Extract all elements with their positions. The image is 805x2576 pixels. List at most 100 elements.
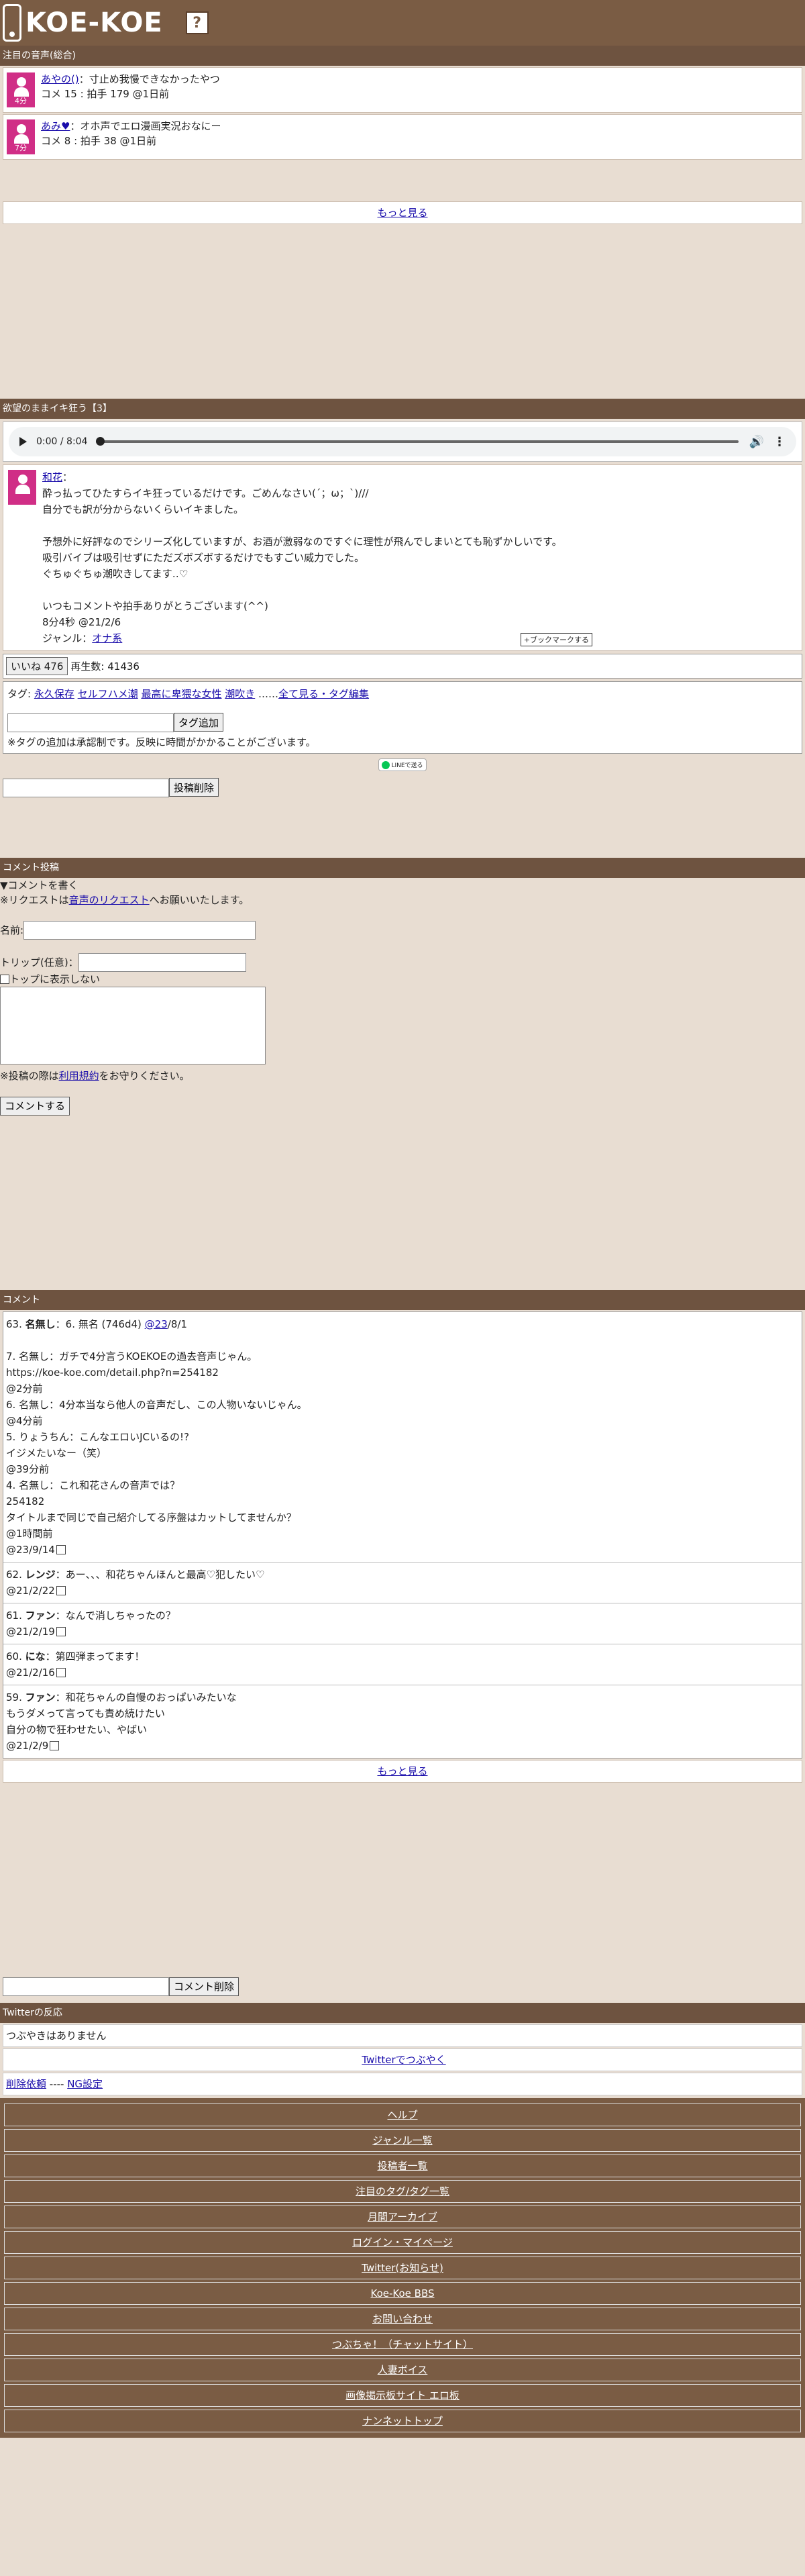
hot-item-title: ：オホ声でエロ漫画実況おなにー: [70, 120, 221, 132]
seek-knob[interactable]: [95, 437, 105, 446]
tag-items: 永久保存 セルフハメ潮 最高に卑猥な女性 潮吹き: [34, 688, 258, 700]
voice-title: 欲望のままイキ狂う【3】: [0, 399, 805, 419]
terms-link[interactable]: 利用規約: [59, 1070, 99, 1082]
comment-tail: /8/1 7. 名無し：ガチで4分言うKOEKOEの過去音声じゃん。 https…: [6, 1318, 307, 1556]
post-delete-button[interactable]: 投稿削除: [169, 778, 219, 797]
line-share-button[interactable]: LINEで送る: [378, 758, 427, 771]
footer-link[interactable]: 人妻ボイス: [4, 2359, 801, 2381]
site-logo[interactable]: KOE-KOE: [25, 7, 163, 38]
comment-author: ファン: [25, 1609, 56, 1622]
comment-form: ▼コメントを書く ※リクエストは音声のリクエストへお願いいたします。 名前: ト…: [0, 878, 805, 1116]
tag-link[interactable]: セルフハメ潮: [78, 688, 138, 700]
twitter-empty: つぶやきはありません: [3, 2024, 802, 2047]
tag-add-button[interactable]: タグ追加: [174, 713, 224, 732]
bookmark-button[interactable]: +ブックマークする: [520, 633, 592, 646]
comment-author: 名無し: [25, 1318, 56, 1330]
report-checkbox[interactable]: [56, 1668, 66, 1677]
hot-more-link[interactable]: もっと見る: [377, 207, 427, 219]
voice-user-link[interactable]: 和花: [42, 471, 62, 483]
comment-item: 61. ファン：なんで消しちゃったの？ @21/2/19: [3, 1603, 802, 1644]
tag-note: ※タグの追加は承認制です。反映に時間がかかることがございます。: [7, 736, 316, 748]
footer-link[interactable]: ログイン・マイページ: [4, 2231, 801, 2254]
footer-link[interactable]: Twitter(お知らせ): [4, 2257, 801, 2279]
footer-link[interactable]: Koe-Koe BBS: [4, 2282, 801, 2305]
hot-item-user[interactable]: あみ♥: [41, 120, 70, 132]
voice-description: 和花： 酔っ払ってひたすらイキ狂っているだけです。ごめんなさい(´；ω；`)//…: [3, 464, 802, 651]
report-checkbox[interactable]: [50, 1741, 60, 1750]
volume-icon[interactable]: 🔊: [749, 435, 764, 449]
hot-list: 4分 あやの()：寸止め我慢できなかったやつ コメ 15 : 拍手 179 @1日前…: [0, 67, 805, 160]
help-button[interactable]: ?: [185, 11, 209, 34]
hot-item-text: あみ♥：オホ声でエロ漫画実況おなにーコメ 8 : 拍手 38 @1日前: [41, 119, 221, 155]
comment-toggle[interactable]: ▼コメントを書く: [0, 878, 805, 893]
footer-link[interactable]: 月間アーカイブ: [4, 2206, 801, 2228]
play-icon[interactable]: [19, 437, 27, 446]
tag-link[interactable]: 永久保存: [34, 688, 74, 700]
comment-delete-button[interactable]: コメント削除: [169, 1977, 239, 1996]
footer-link[interactable]: ヘルプ: [4, 2103, 801, 2126]
tag-all-link[interactable]: 全て見る・タグ編集: [278, 688, 369, 700]
like-row: いいね 476 再生数: 41436: [3, 654, 802, 679]
footer-link[interactable]: 投稿者一覧: [4, 2154, 801, 2177]
hot-item-meta: コメ 15 : 拍手 179 @1日前: [41, 88, 170, 100]
site-header: KOE-KOE ?: [0, 0, 805, 46]
audio-player: 0:00 / 8:04 🔊 ⋮: [3, 422, 802, 462]
comment-number: 61.: [6, 1609, 22, 1622]
footer-link[interactable]: お問い合わせ: [4, 2308, 801, 2330]
hot-item-meta: コメ 8 : 拍手 38 @1日前: [41, 135, 157, 147]
comments-title: コメント: [0, 1289, 805, 1310]
footer-link[interactable]: 画像掲示板サイト エロ板: [4, 2384, 801, 2407]
comments-more-box: もっと見る: [3, 1759, 802, 1783]
list-item: 7分 あみ♥：オホ声でエロ漫画実況おなにーコメ 8 : 拍手 38 @1日前: [3, 114, 802, 160]
misc-row: 削除依頼 ---- NG設定: [3, 2073, 802, 2095]
name-field[interactable]: [23, 920, 256, 940]
tag-link[interactable]: 潮吹き: [225, 688, 255, 700]
comment-form-title: コメント投稿: [0, 857, 805, 878]
tag-link[interactable]: 最高に卑猥な女性: [141, 688, 221, 700]
comment-item: 59. ファン：和花ちゃんの自慢のおっぱいみたいな もうダメって言っても責め続け…: [3, 1685, 802, 1758]
post-delete-input[interactable]: [3, 778, 169, 797]
comment-list: 63. 名無し：6. 無名 (746d4) @23/8/1 7. 名無し：ガチで…: [3, 1311, 802, 1758]
comment-text: ：6. 無名 (746d4): [55, 1318, 145, 1330]
comment-number: 62.: [6, 1568, 22, 1581]
trip-field[interactable]: [78, 952, 246, 972]
comment-textarea[interactable]: [0, 986, 266, 1064]
tag-line: タグ: 永久保存 セルフハメ潮 最高に卑猥な女性 潮吹き ……全て見る・タグ編集: [7, 688, 370, 700]
comment-author: レンジ: [25, 1568, 56, 1581]
ng-settings-link[interactable]: NG設定: [67, 2078, 103, 2090]
comment-reply-link[interactable]: @23: [145, 1318, 168, 1330]
footer-link[interactable]: ナンネットトップ: [4, 2410, 801, 2432]
comment-number: 59.: [6, 1691, 22, 1703]
comment-author: にな: [25, 1650, 46, 1663]
more-options-icon[interactable]: ⋮: [773, 435, 786, 449]
comment-number: 63.: [6, 1318, 22, 1330]
hot-item-text: あやの()：寸止め我慢できなかったやつ コメ 15 : 拍手 179 @1日前: [41, 72, 220, 108]
hot-item-user[interactable]: あやの(): [41, 73, 79, 85]
play-count: 再生数: 41436: [70, 660, 140, 673]
tag-input[interactable]: [7, 713, 174, 732]
tag-box: タグ: 永久保存 セルフハメ潮 最高に卑猥な女性 潮吹き ……全て見る・タグ編集…: [3, 681, 802, 754]
footer-link[interactable]: ジャンル一覧: [4, 2129, 801, 2152]
comment-delete-input[interactable]: [3, 1977, 169, 1996]
report-checkbox[interactable]: [56, 1627, 66, 1636]
tweet-link[interactable]: Twitterでつぶやく: [362, 2054, 445, 2066]
comment-author: ファン: [25, 1691, 56, 1703]
delete-request-link[interactable]: 削除依頼: [6, 2078, 46, 2090]
report-checkbox[interactable]: [56, 1545, 66, 1554]
footer-link[interactable]: 注目のタグ/タグ一覧: [4, 2180, 801, 2203]
seek-bar[interactable]: [95, 437, 739, 446]
line-share: LINEで送る: [0, 758, 805, 771]
comment-item: 63. 名無し：6. 無名 (746d4) @23/8/1 7. 名無し：ガチで…: [3, 1312, 802, 1563]
voice-length: 7分: [15, 144, 27, 152]
request-link[interactable]: 音声のリクエスト: [69, 894, 150, 906]
comments-more-link[interactable]: もっと見る: [377, 1765, 427, 1777]
comment-submit-button[interactable]: コメントする: [0, 1096, 70, 1116]
footer-link[interactable]: つぶちゃ！（チャットサイト）: [4, 2333, 801, 2356]
hide-top-label: トップに表示しない: [9, 973, 101, 985]
report-checkbox[interactable]: [56, 1586, 66, 1595]
genre-link[interactable]: オナ系: [92, 632, 122, 644]
avatar: [7, 469, 37, 505]
like-button[interactable]: いいね 476: [6, 657, 68, 675]
hide-top-checkbox[interactable]: [0, 975, 9, 984]
avatar: 4分: [6, 72, 36, 108]
